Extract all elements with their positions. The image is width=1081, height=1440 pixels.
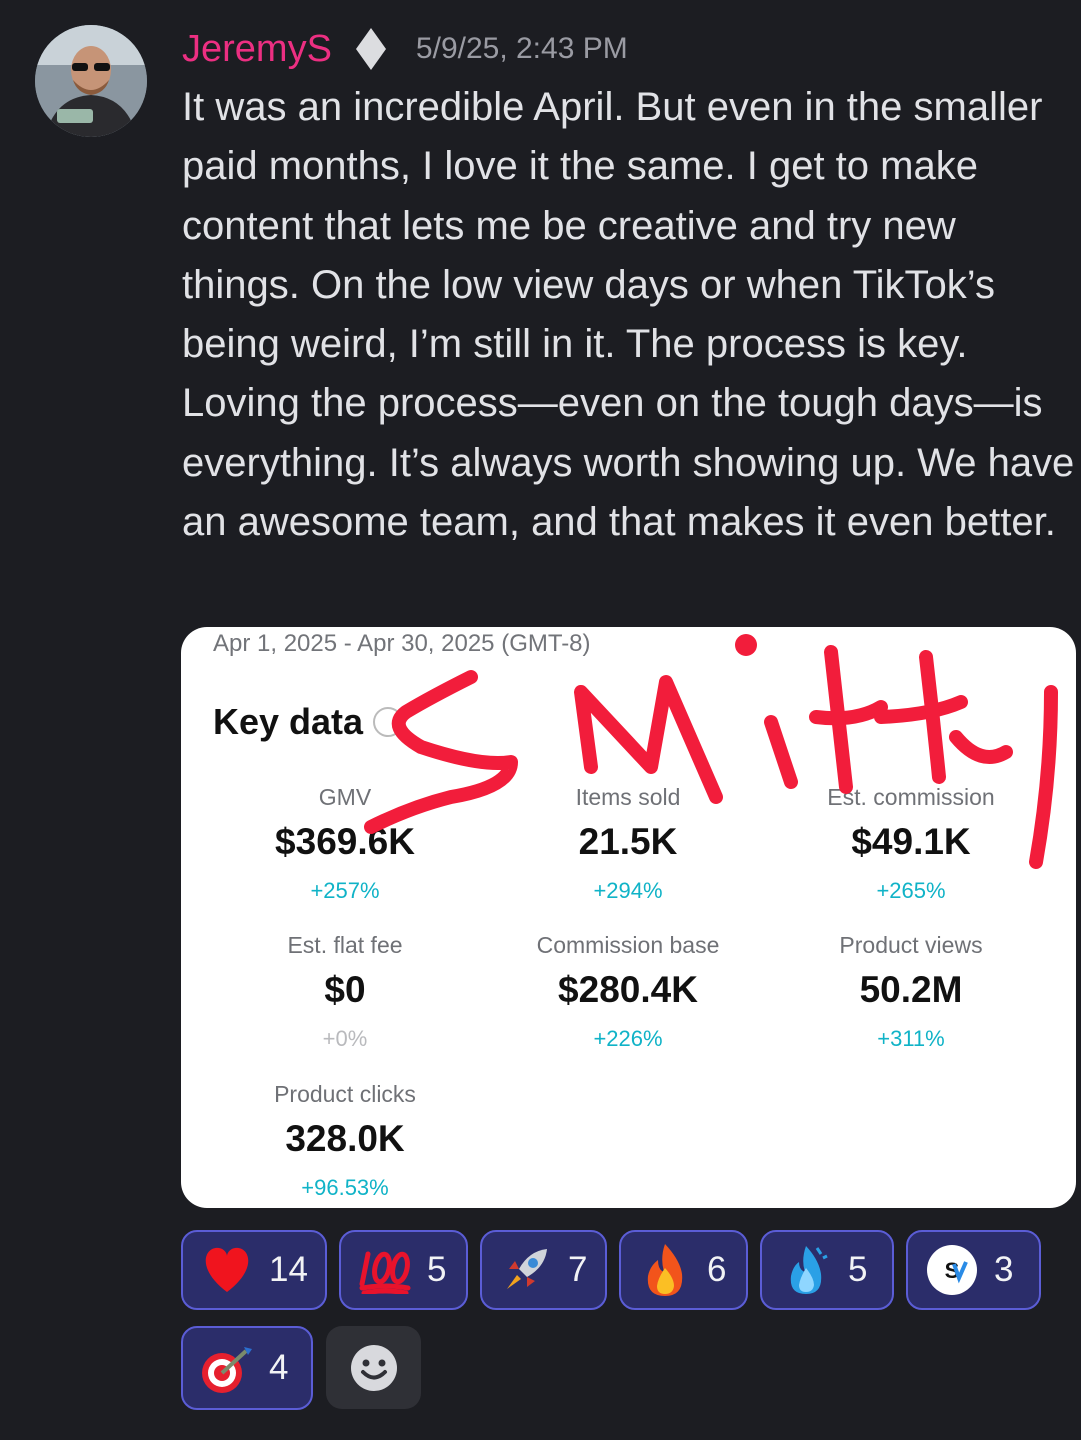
key-data-title: Key data [213,701,364,742]
hundred-points-emoji-icon [357,1242,413,1298]
metric-value: $369.6K [275,821,415,862]
heart-emoji-icon [199,1242,255,1298]
info-icon [373,707,404,737]
metric-est-commission: Est. commission $49.1K +265% [771,782,1051,906]
metric-change: +0% [322,1026,368,1051]
reaction-count: 3 [994,1250,1014,1289]
metric-value: 50.2M [859,969,963,1010]
metric-value: $0 [324,969,366,1010]
metric-label: GMV [318,784,372,810]
username[interactable]: JeremyS [182,28,332,71]
direct-hit-emoji-icon [199,1340,255,1396]
sv-logo-emoji-icon: S [924,1242,980,1298]
metric-change: +257% [310,878,380,903]
reaction-count: 6 [707,1250,727,1289]
reaction-count: 7 [568,1250,588,1289]
smiley-icon [350,1344,397,1391]
add-reaction-button[interactable] [326,1326,421,1409]
blue-fire-emoji-icon [778,1242,834,1298]
reaction-count: 5 [848,1250,868,1289]
metric-change: +265% [876,878,946,903]
metric-value: $280.4K [558,969,698,1010]
reaction-fire[interactable]: 6 [619,1230,748,1310]
metric-label: Product views [839,932,983,958]
avatar[interactable] [35,25,147,137]
metric-label: Items sold [575,784,681,810]
metric-value: $49.1K [851,821,971,862]
metric-change: +226% [593,1026,663,1051]
fire-emoji-icon [637,1242,693,1298]
metric-value: 21.5K [578,821,678,862]
reaction-heart[interactable]: 14 [181,1230,327,1310]
metric-change: +294% [593,878,663,903]
metric-label: Commission base [536,932,720,958]
message-header: JeremyS 5/9/25, 2:43 PM [182,24,628,74]
metric-label: Est. flat fee [287,932,403,958]
reaction-count: 5 [427,1250,447,1289]
avatar-photo [35,25,147,137]
metric-label: Product clicks [274,1081,416,1107]
timestamp: 5/9/25, 2:43 PM [415,32,628,65]
metric-commission-base: Commission base $280.4K +226% [488,930,768,1054]
reaction-sv[interactable]: S 3 [906,1230,1041,1310]
metric-change: +96.53% [301,1175,389,1200]
metric-gmv: GMV $369.6K +257% [205,782,485,906]
reaction-count: 4 [269,1348,289,1387]
rocket-emoji-icon [498,1242,554,1298]
reaction-blue-fire[interactable]: 5 [760,1230,894,1310]
diamond-badge-icon [355,28,386,70]
date-range: Apr 1, 2025 - Apr 30, 2025 (GMT-8) [213,630,591,657]
message-text: It was an incredible April. But even in … [182,85,1075,545]
reaction-hundred[interactable]: 5 [339,1230,468,1310]
metric-product-views: Product views 50.2M +311% [771,930,1051,1054]
metric-label: Est. commission [827,784,995,810]
attachment-image[interactable]: Apr 1, 2025 - Apr 30, 2025 (GMT-8) Key d… [181,627,1076,1208]
reaction-count: 14 [269,1250,308,1289]
metric-product-clicks: Product clicks 328.0K +96.53% [205,1079,485,1203]
metric-est-flat-fee: Est. flat fee $0 +0% [205,930,485,1054]
metric-items-sold: Items sold 21.5K +294% [488,782,768,906]
reaction-rocket[interactable]: 7 [480,1230,607,1310]
key-data-heading: Key data [213,701,404,743]
metric-change: +311% [877,1026,945,1051]
reaction-direct-hit[interactable]: 4 [181,1326,313,1410]
metric-value: 328.0K [285,1118,405,1159]
